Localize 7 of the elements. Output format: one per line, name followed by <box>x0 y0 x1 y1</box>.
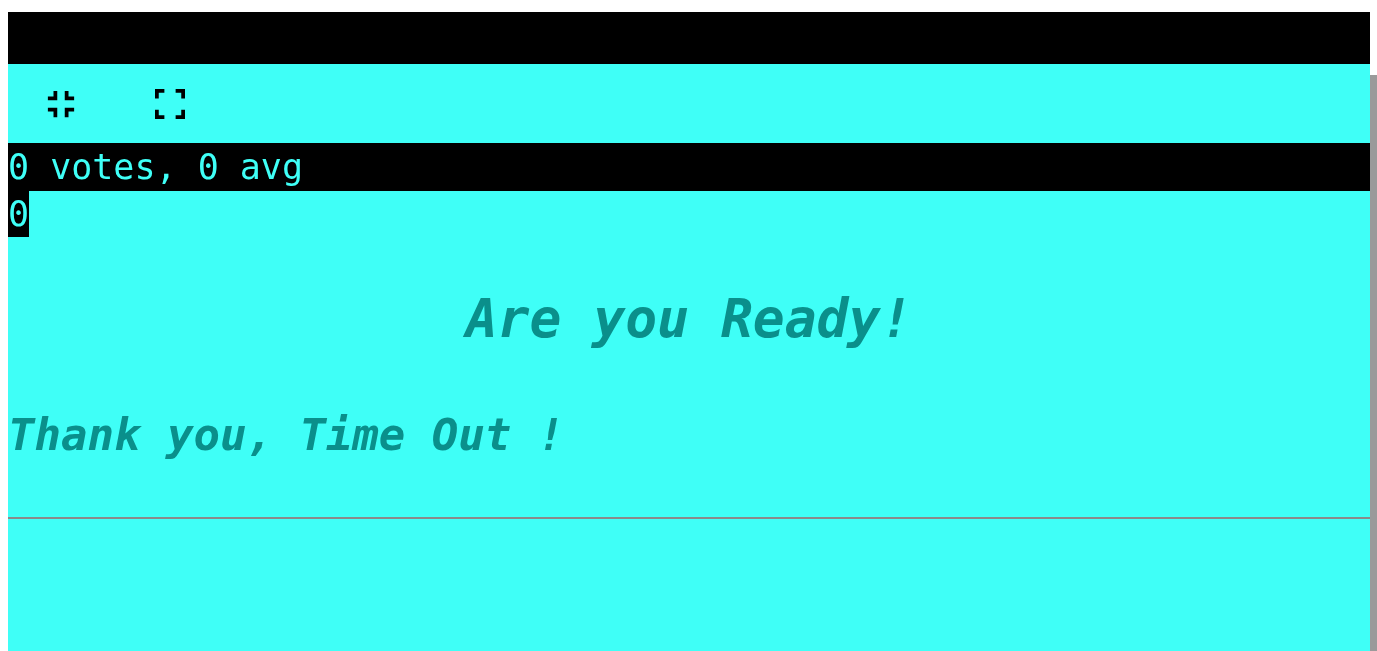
exit-fullscreen-icon[interactable] <box>46 88 76 119</box>
vote-stats: 0 votes, 0 avg <box>8 147 303 187</box>
counter: 0 <box>8 191 30 237</box>
fullscreen-icon[interactable] <box>155 88 185 119</box>
heading: Are you Ready! <box>462 287 914 351</box>
timeout-message: Thank you, Time Out ! <box>8 408 566 462</box>
scrollbar[interactable] <box>1370 75 1377 651</box>
